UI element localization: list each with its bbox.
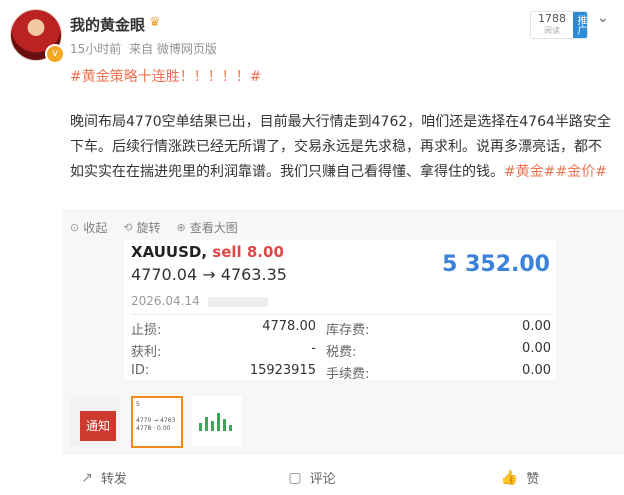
post-time[interactable]: 15小时前 xyxy=(70,42,121,56)
trade-side: sell 8.00 xyxy=(212,243,284,261)
open-price: 4770.04 xyxy=(131,265,198,284)
trade-row: ID: 15923915 手续费: 0.00 xyxy=(131,363,551,383)
comment-icon: ▢ xyxy=(288,469,302,486)
hashtag-gold-price[interactable]: #金价# xyxy=(555,164,606,180)
like-button[interactable]: 👍 赞 xyxy=(416,460,624,495)
row-label: 获利: xyxy=(131,345,162,360)
thumbnail-3[interactable] xyxy=(192,396,242,446)
repost-button[interactable]: ↗ 转发 xyxy=(0,460,208,495)
collapse-label: 收起 xyxy=(83,221,108,235)
rotate-button[interactable]: ⟲ 旋转 xyxy=(123,219,160,236)
hashtag-title[interactable]: #黄金策略十连胜！！！！！# xyxy=(70,66,261,86)
row-label-2: 库存费: xyxy=(326,323,370,338)
row-value-2: 0.00 xyxy=(522,363,551,378)
comment-button[interactable]: ▢ 评论 xyxy=(208,460,416,495)
view-large-label: 查看大图 xyxy=(189,221,238,235)
row-label: 止损: xyxy=(131,323,162,338)
rotate-icon: ⟲ xyxy=(123,221,133,234)
user-nickname[interactable]: 我的黄金眼 xyxy=(70,14,145,35)
row-value: 4778.00 xyxy=(262,319,316,334)
row-value-2: 0.00 xyxy=(522,319,551,334)
read-count-value: 1788 xyxy=(538,12,566,25)
rotate-label: 旋转 xyxy=(136,221,161,235)
comment-label: 评论 xyxy=(309,472,336,487)
crown-icon: ♛ xyxy=(149,15,161,30)
trade-profit: 5 352.00 xyxy=(442,252,550,277)
row-label-2: 税费: xyxy=(326,345,357,360)
like-label: 赞 xyxy=(526,472,540,487)
symbol-text: XAUUSD, xyxy=(131,243,208,261)
read-count-badge[interactable]: 1788 阅读 推广 xyxy=(530,11,588,39)
blurred-time xyxy=(208,297,268,307)
media-toolbar: ⊙ 收起 ⟲ 旋转 ⊕ 查看大图 xyxy=(70,219,238,236)
arrow-right-icon: → xyxy=(202,265,216,284)
row-label-2: 手续费: xyxy=(326,367,370,382)
close-price: 4763.35 xyxy=(220,265,287,284)
trade-prices: 4770.04 → 4763.35 xyxy=(131,265,287,284)
trade-row: 获利: - 税费: 0.00 xyxy=(131,341,551,361)
row-value: - xyxy=(311,341,316,356)
notice-label: 通知 xyxy=(80,411,116,441)
read-count: 1788 阅读 xyxy=(531,12,573,38)
chevron-down-icon[interactable]: ⌄ xyxy=(597,10,609,26)
post-meta: 15小时前 来自 微博网页版 xyxy=(70,40,221,57)
hashtag-gold[interactable]: #黄金# xyxy=(504,164,555,180)
trade-divider xyxy=(131,314,551,315)
promote-label[interactable]: 推广 xyxy=(573,12,587,38)
thumbnail-mini-content: 5 4770 → 4763 4778 · 0.00 xyxy=(136,401,176,432)
thumbs-up-icon: 👍 xyxy=(500,469,519,486)
collapse-button[interactable]: ⊙ 收起 xyxy=(70,219,107,236)
repost-label: 转发 xyxy=(100,472,127,487)
row-value-2: 0.00 xyxy=(522,341,551,356)
post-source: 来自 微博网页版 xyxy=(129,42,217,56)
thumbnail-1[interactable]: 通知 xyxy=(70,396,120,446)
collapse-icon: ⊙ xyxy=(70,221,80,234)
mini-chart-icon xyxy=(197,406,237,431)
read-count-label: 阅读 xyxy=(544,26,560,35)
repost-icon: ↗ xyxy=(81,469,93,486)
row-label: ID: xyxy=(131,363,150,378)
post-body: 晚间布局4770空单结果已出，目前最大行情走到4762，咱们还是选择在4764半… xyxy=(70,110,615,185)
trade-date: 2026.04.14 xyxy=(131,294,200,308)
post-action-bar: ↗ 转发 ▢ 评论 👍 赞 xyxy=(0,460,624,495)
zoom-icon: ⊕ xyxy=(176,221,186,234)
trade-symbol: XAUUSD, sell 8.00 xyxy=(131,243,284,261)
row-value: 15923915 xyxy=(249,363,316,378)
trade-row: 止损: 4778.00 库存费: 0.00 xyxy=(131,319,551,339)
view-large-button[interactable]: ⊕ 查看大图 xyxy=(176,219,237,236)
thumbnail-2-selected[interactable]: 5 4770 → 4763 4778 · 0.00 xyxy=(131,396,183,448)
verified-badge-icon: v xyxy=(45,44,65,64)
